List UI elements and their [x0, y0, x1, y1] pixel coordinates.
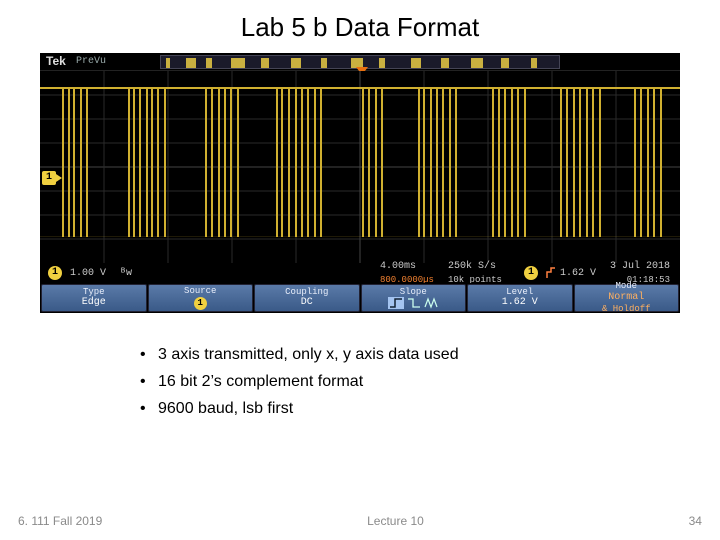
- menu-slope[interactable]: Slope: [361, 284, 467, 312]
- menu-label: Coupling: [285, 287, 328, 298]
- footer-left: 6. 111 Fall 2019: [18, 514, 102, 528]
- ground-arrow-icon: [56, 174, 62, 182]
- rising-edge-icon: [546, 267, 556, 279]
- either-edge-icon: [424, 297, 438, 309]
- bullet-text: 3 axis transmitted, only x, y axis data …: [158, 341, 459, 368]
- menu-label: Type: [83, 287, 105, 298]
- trigger-channel-badge: 1: [524, 266, 538, 280]
- readout-tdiv: 4.00ms: [380, 262, 416, 272]
- channel-marker: 1: [42, 171, 56, 185]
- page-title: Lab 5 b Data Format: [0, 0, 720, 53]
- menu-mode[interactable]: Mode Normal & Holdoff: [574, 284, 680, 312]
- list-item: •16 bit 2’s complement format: [140, 368, 720, 395]
- scope-readout-row: 1 1.00 V ᴮw 4.00ms 800.0000µs 250k S/s 1…: [40, 263, 680, 283]
- readout-samplerate: 250k S/s: [448, 262, 496, 272]
- channel-badge: 1: [48, 266, 62, 280]
- scope-menu-row: Type Edge Source 1 Coupling DC Slope Lev…: [40, 283, 680, 313]
- menu-source[interactable]: Source 1: [148, 284, 254, 312]
- menu-value: Normal: [608, 292, 644, 304]
- menu-label: Mode: [615, 281, 637, 292]
- slide-footer: 6. 111 Fall 2019 Lecture 10 34: [0, 514, 720, 528]
- bullet-text: 16 bit 2’s complement format: [158, 368, 363, 395]
- list-item: •9600 baud, lsb first: [140, 395, 720, 422]
- scope-mode: PreVu: [76, 56, 106, 67]
- scope-brand: Tek: [46, 54, 66, 68]
- menu-type[interactable]: Type Edge: [41, 284, 147, 312]
- menu-value-2: & Holdoff: [602, 304, 651, 315]
- falling-edge-icon: [407, 297, 421, 309]
- readout-bw: ᴮw: [120, 268, 132, 279]
- menu-label: Source: [184, 286, 216, 297]
- oscilloscope-screenshot: Tek PreVu: [40, 53, 680, 313]
- list-item: •3 axis transmitted, only x, y axis data…: [140, 341, 720, 368]
- scope-grid: [40, 71, 680, 263]
- scope-waveform-area: 1: [40, 71, 680, 263]
- menu-value: 1.62 V: [502, 297, 538, 309]
- menu-label: Level: [506, 287, 533, 298]
- footer-center: Lecture 10: [367, 514, 424, 528]
- readout-triglevel: 1.62 V: [560, 268, 596, 279]
- readout-date: 3 Jul 2018: [610, 262, 670, 272]
- slope-icons: [388, 297, 438, 309]
- bullet-list: •3 axis transmitted, only x, y axis data…: [140, 341, 720, 423]
- rising-edge-icon: [388, 297, 404, 309]
- menu-value: DC: [301, 297, 313, 309]
- menu-label: Slope: [400, 287, 427, 298]
- menu-coupling[interactable]: Coupling DC: [254, 284, 360, 312]
- menu-level[interactable]: Level 1.62 V: [467, 284, 573, 312]
- menu-value: Edge: [82, 297, 106, 309]
- readout-vdiv: 1.00 V: [70, 268, 106, 279]
- footer-right: 34: [689, 514, 702, 528]
- menu-source-badge: 1: [194, 297, 207, 310]
- bullet-text: 9600 baud, lsb first: [158, 395, 293, 422]
